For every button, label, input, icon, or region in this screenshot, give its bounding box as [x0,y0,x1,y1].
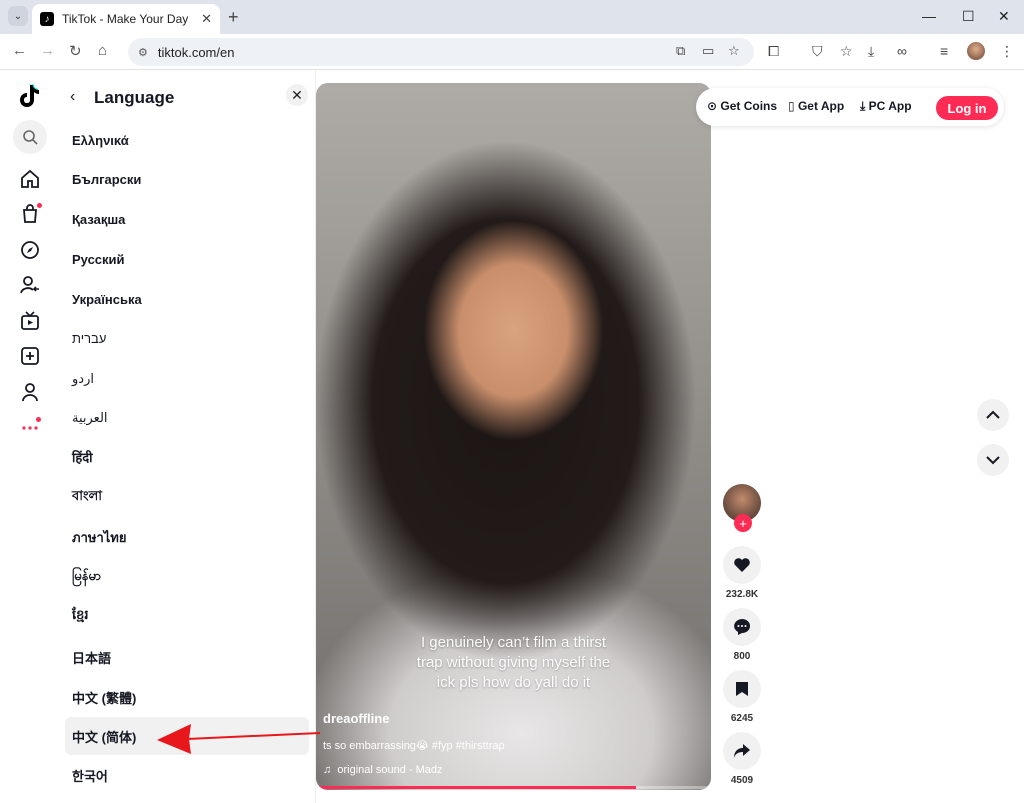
video-caption-line: trap without giving myself the [416,654,611,671]
get-app-link[interactable]: ▯ Get App [788,99,844,113]
incognito-icon[interactable]: ⛉ [812,43,823,60]
live-icon[interactable] [18,309,42,333]
language-panel-title: Language [94,88,175,107]
video-author[interactable]: dreaoffline [323,711,389,726]
login-button[interactable]: Log in [936,96,998,120]
home-icon[interactable]: ⌂ [98,42,107,59]
language-item[interactable]: မြန်မာ [65,558,309,596]
new-tab-icon[interactable]: + [228,7,239,28]
next-video-button[interactable] [977,444,1009,476]
language-item[interactable]: Қазақша [65,200,309,238]
home-nav-icon[interactable] [18,167,42,191]
language-item[interactable]: 日本語 [65,638,309,676]
language-item[interactable]: हिंदी [65,438,309,476]
following-icon[interactable] [18,273,42,297]
video-caption-line: I genuinely can’t film a thirst [420,634,607,651]
share-button[interactable] [723,732,761,770]
video-caption-line: ick pls how do yall do it [436,674,591,691]
annotation-arrow-icon [157,724,320,754]
downloads-icon[interactable]: ⤓ [868,43,874,60]
address-bar[interactable]: ⚙ tiktok.com/en ⧉ ▭ ☆ [128,38,754,66]
language-item[interactable]: اردو [65,360,309,398]
top-action-bar: ⊙ Get Coins ▯ Get App ⤓ PC App Log in [696,88,1004,126]
previous-video-button[interactable] [977,399,1009,431]
browser-tab[interactable]: ♪ TikTok - Make Your Day ✕ [32,4,220,34]
language-panel-header: ‹ Language ✕ [60,84,316,112]
bookmark-star-icon[interactable]: ☆ [728,43,740,59]
language-item[interactable]: Български [65,160,309,198]
shop-badge [37,203,42,208]
tiktok-page: ‹ Language ✕ Ελληνικά Български Қазақша … [0,70,1024,803]
language-panel: ‹ Language ✕ Ελληνικά Български Қазақша … [60,70,316,803]
url-text: tiktok.com/en [157,44,235,60]
pc-app-link[interactable]: ⤓ PC App [860,99,912,114]
tiktok-logo-icon[interactable] [18,83,40,114]
phone-icon: ▯ [788,99,798,113]
tab-title: TikTok - Make Your Day [62,12,189,26]
like-button[interactable] [723,546,761,584]
video-progress-bar[interactable] [316,786,711,789]
coin-icon: ⊙ [707,99,721,113]
extensions-icon[interactable]: ⧠ [768,43,779,60]
upload-icon[interactable] [18,344,42,368]
language-item[interactable]: Українська [65,280,309,318]
language-item[interactable]: עברית [65,319,309,357]
save-button[interactable] [723,670,761,708]
icon-rail [0,70,60,803]
language-item[interactable]: ខ្មែរ [65,597,309,635]
menu-dots-icon[interactable]: ⋮ [1000,43,1014,60]
minimize-icon[interactable]: — [922,8,936,24]
back-chevron-icon[interactable]: ‹ [70,88,75,106]
language-item[interactable]: ภาษาไทย [65,518,309,556]
cast-icon[interactable]: ▭ [702,43,714,59]
music-note-icon: ♫ [323,764,338,776]
translate-icon[interactable]: ⧉ [676,43,685,59]
video-player[interactable]: I genuinely can’t film a thirst trap wit… [316,83,711,790]
link-icon[interactable]: ∞ [897,43,907,59]
tiktok-favicon-icon: ♪ [40,12,54,26]
close-window-icon[interactable]: ✕ [998,8,1010,25]
video-progress-fill [316,786,636,789]
follow-plus-icon[interactable]: + [734,514,752,532]
save-count: 6245 [730,713,754,724]
favorites-icon[interactable]: ☆ [840,43,853,60]
get-app-label: Get App [797,99,845,113]
get-coins-label: Get Coins [720,99,778,113]
download-icon: ⤓ [860,99,869,113]
video-description: ts so embarrassing😭 #fyp #thirsttrap [323,740,505,752]
like-count: 232.8K [725,589,759,600]
reading-list-icon[interactable]: ≡ [940,43,948,59]
comment-button[interactable] [723,608,761,646]
get-coins-link[interactable]: ⊙ Get Coins [707,99,777,113]
browser-toolbar: ← → ↻ ⌂ ⚙ tiktok.com/en ⧉ ▭ ☆ ⧠ ⛉ ☆ ⤓ ∞ … [0,34,1024,70]
language-item[interactable]: 中文 (繁體) [65,678,309,716]
sound-name: original sound - Madz [337,764,443,776]
language-item[interactable]: বাংলা [65,478,309,516]
reload-icon[interactable]: ↻ [69,42,82,60]
language-item[interactable]: Ελληνικά [65,121,309,159]
tab-search-dropdown[interactable]: ⌄ [8,6,28,26]
video-sound[interactable]: ♫ original sound - Madz [323,764,443,776]
profile-icon[interactable] [18,380,42,404]
explore-icon[interactable] [18,238,42,262]
maximize-icon[interactable]: ☐ [962,8,975,25]
tab-close-icon[interactable]: ✕ [201,11,212,27]
language-item[interactable]: العربية [65,399,309,437]
forward-icon[interactable]: → [40,42,55,59]
more-badge [36,417,41,422]
close-panel-icon[interactable]: ✕ [286,84,308,106]
share-count: 4509 [730,775,754,786]
pc-app-label: PC App [868,99,912,113]
comment-count: 800 [733,651,751,662]
profile-avatar[interactable] [967,42,985,60]
language-item[interactable]: Русский [65,240,309,278]
language-item[interactable]: 한국어 [65,756,309,794]
site-info-icon[interactable]: ⚙ [138,46,148,59]
tab-bar: ⌄ ♪ TikTok - Make Your Day ✕ + — ☐ ✕ [0,0,1024,34]
search-icon[interactable] [13,120,47,154]
back-icon[interactable]: ← [12,42,27,59]
